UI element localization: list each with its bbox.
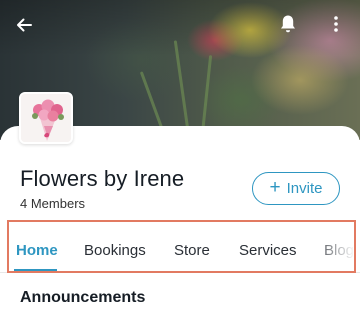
plus-icon: + xyxy=(269,177,281,198)
more-options-button[interactable] xyxy=(322,10,350,38)
flower-bouquet-image xyxy=(21,94,71,142)
announcements-heading: Announcements xyxy=(20,289,146,306)
group-avatar xyxy=(19,92,73,144)
group-name: Flowers by Irene xyxy=(20,166,185,191)
back-button[interactable] xyxy=(10,11,38,39)
arrow-left-icon xyxy=(17,18,32,32)
bell-icon xyxy=(281,15,295,33)
member-count: 4 Members xyxy=(20,196,86,211)
invite-button[interactable]: + Invite xyxy=(252,172,340,205)
tab-bar-highlight xyxy=(7,220,356,273)
more-vertical-icon xyxy=(334,16,338,32)
invite-button-label: Invite xyxy=(286,180,323,197)
notifications-button[interactable] xyxy=(274,10,302,38)
